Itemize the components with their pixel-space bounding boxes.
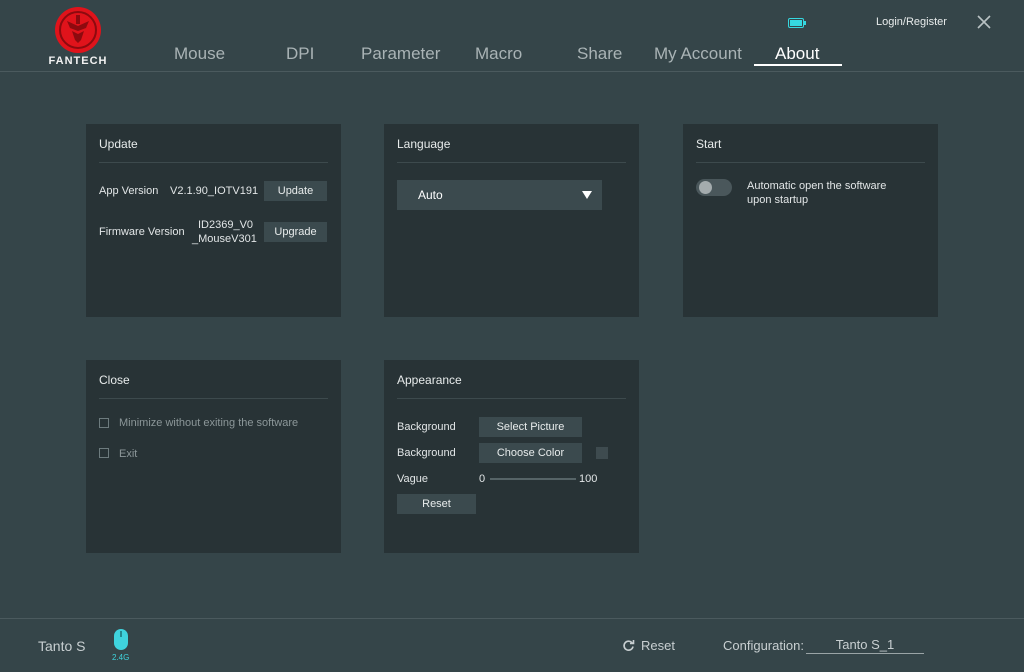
appearance-title: Appearance <box>397 373 462 387</box>
battery-icon <box>788 18 806 28</box>
tab-about[interactable]: About <box>775 44 819 64</box>
panel-divider <box>397 162 626 163</box>
panel-divider <box>99 162 328 163</box>
panel-divider <box>397 398 626 399</box>
tab-parameter[interactable]: Parameter <box>361 44 440 64</box>
language-dropdown[interactable]: Auto <box>397 180 602 210</box>
logo-text: FANTECH <box>48 55 108 67</box>
fantech-logo: FANTECH <box>46 6 110 70</box>
appearance-panel: Appearance Background Select Picture Bac… <box>384 360 639 553</box>
configuration-label: Configuration: <box>723 638 804 653</box>
exit-option-label[interactable]: Exit <box>119 448 137 460</box>
tab-dpi[interactable]: DPI <box>286 44 314 64</box>
choose-color-button[interactable]: Choose Color <box>479 443 582 463</box>
tab-mouse[interactable]: Mouse <box>174 44 225 64</box>
toggle-knob <box>699 181 712 194</box>
app-version-label: App Version <box>99 185 159 197</box>
background-color-label: Background <box>397 447 456 459</box>
update-button[interactable]: Update <box>264 181 327 201</box>
configuration-selector[interactable]: Tanto S_1 <box>806 637 924 654</box>
language-panel: Language Auto <box>384 124 639 317</box>
vague-max-value: 100 <box>579 473 598 485</box>
close-icon[interactable] <box>975 13 993 31</box>
tab-macro[interactable]: Macro <box>475 44 522 64</box>
upgrade-button[interactable]: Upgrade <box>264 222 327 242</box>
minimize-option-label[interactable]: Minimize without exiting the software <box>119 417 298 429</box>
mouse-icon <box>114 629 128 650</box>
close-title: Close <box>99 373 130 387</box>
vague-slider[interactable] <box>490 478 576 480</box>
dropdown-arrow-icon <box>582 191 592 199</box>
reset-config-button[interactable]: Reset <box>622 638 675 653</box>
vague-min-value: 0 <box>479 473 486 485</box>
panel-divider <box>99 398 328 399</box>
connection-mode-label: 2.4G <box>112 653 130 662</box>
select-picture-button[interactable]: Select Picture <box>479 417 582 437</box>
logo-emblem-icon <box>55 7 101 53</box>
vague-label: Vague <box>397 473 428 485</box>
exit-checkbox[interactable] <box>99 448 109 458</box>
background-color-swatch[interactable] <box>596 447 608 459</box>
appearance-reset-button[interactable]: Reset <box>397 494 476 514</box>
language-title: Language <box>397 137 451 151</box>
login-register-link[interactable]: Login/Register <box>876 16 947 28</box>
app-version-value: V2.1.90_IOTV191 <box>170 185 259 197</box>
update-panel: Update App Version V2.1.90_IOTV191 Updat… <box>86 124 341 317</box>
firmware-version-label: Firmware Version <box>99 226 185 238</box>
language-selected-value: Auto <box>418 188 443 202</box>
minimize-checkbox[interactable] <box>99 418 109 428</box>
start-title: Start <box>696 137 722 151</box>
auto-open-toggle[interactable] <box>696 179 732 196</box>
reset-config-label: Reset <box>641 638 675 653</box>
firmware-version-value-line1: ID2369_V0 <box>198 219 254 231</box>
close-panel: Close Minimize without exiting the softw… <box>86 360 341 553</box>
auto-open-label-line1: Automatic open the software <box>747 180 887 192</box>
active-tab-underline <box>754 64 842 66</box>
footer-divider <box>0 618 1024 619</box>
background-picture-label: Background <box>397 421 456 433</box>
tab-my-account[interactable]: My Account <box>654 44 742 64</box>
device-name: Tanto S <box>38 638 86 654</box>
refresh-icon <box>623 640 635 651</box>
start-panel: Start Automatic open the software upon s… <box>683 124 938 317</box>
firmware-version-value-line2: _MouseV301 <box>192 233 257 245</box>
panel-divider <box>696 162 925 163</box>
tab-share[interactable]: Share <box>577 44 622 64</box>
auto-open-label-line2: upon startup <box>747 194 809 206</box>
header-divider <box>0 71 1024 72</box>
top-bar: FANTECH Mouse DPI Parameter Macro Share … <box>0 0 1024 72</box>
update-title: Update <box>99 137 138 151</box>
